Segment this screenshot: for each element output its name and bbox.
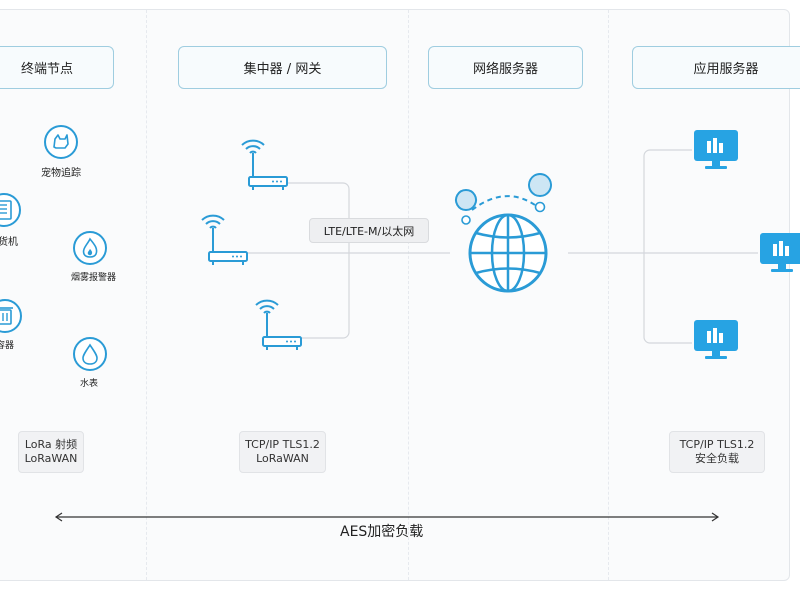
app-server-monitor-icon [760, 233, 800, 272]
protocol-line: LoRaWAN [24, 452, 78, 465]
device-label-vending: 售货机 [0, 237, 18, 248]
device-label-trash: 垃圾容器 [0, 341, 15, 351]
protocol-line: 安全负载 [695, 452, 739, 465]
smoke-alarm-icon [73, 231, 107, 265]
protocol-box-app-server: TCP/IP TLS1.2 安全负载 [669, 431, 765, 473]
protocol-line: LoRa 射频 [24, 438, 78, 451]
protocol-line: TCP/IP TLS1.2 [245, 438, 320, 451]
water-meter-icon [73, 337, 107, 371]
protocol-line: TCP/IP TLS1.2 [679, 438, 755, 451]
device-label-smoke: 烟雾报警器 [71, 273, 117, 283]
aes-span-arrow [54, 512, 720, 522]
aes-payload-label: AES加密负载 [340, 524, 424, 540]
app-server-monitor-icon [694, 320, 738, 359]
gateway-antenna-icon [201, 214, 248, 266]
diagram-graphics [0, 125, 800, 522]
protocol-box-gateway: TCP/IP TLS1.2 LoRaWAN [239, 431, 326, 473]
link-type-label: LTE/LTE-M/以太网 [309, 218, 429, 243]
app-server-monitor-icon [694, 130, 738, 169]
pet-tracker-icon [44, 125, 78, 159]
gateway-antenna-icon [241, 139, 288, 191]
device-label-pet-tracker: 宠物追踪 [41, 168, 81, 179]
vending-machine-icon [0, 193, 21, 227]
gateway-antenna-icon [255, 299, 302, 351]
protocol-box-end-nodes: LoRa 射频 LoRaWAN [18, 431, 84, 473]
device-label-water-meter: 水表 [80, 379, 99, 389]
trash-container-icon [0, 299, 22, 333]
protocol-line: LoRaWAN [256, 452, 309, 465]
globe-network-icon [455, 173, 552, 293]
